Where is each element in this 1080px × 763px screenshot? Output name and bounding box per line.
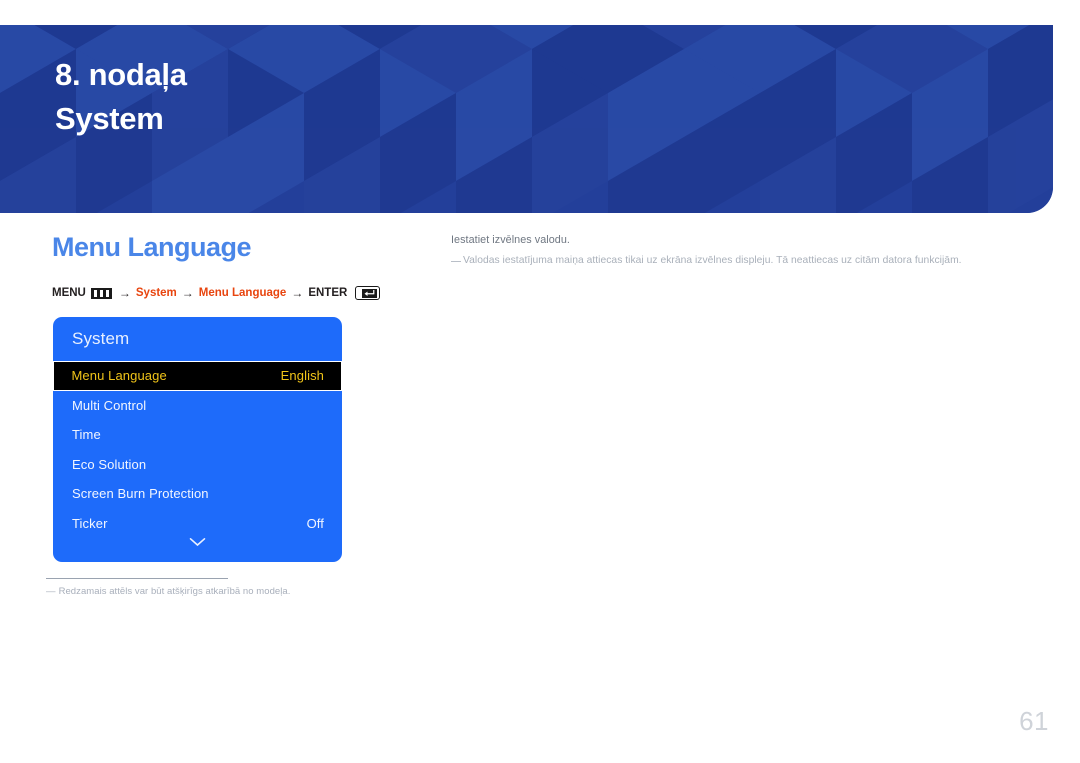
osd-menu-title: System xyxy=(72,329,130,348)
footnote-text: Redzamais attēls var būt atšķirīgs atkar… xyxy=(58,586,291,597)
osd-item-label: Time xyxy=(72,427,101,443)
return-arrow-glyph xyxy=(364,289,375,296)
osd-item-label: Ticker xyxy=(72,515,108,531)
footnote-divider xyxy=(46,578,228,579)
em-dash-marker xyxy=(451,261,461,262)
enter-return-icon xyxy=(355,286,381,300)
description-block: Iestatiet izvēlnes valodu. Valodas iesta… xyxy=(451,234,1031,266)
osd-item-value: English xyxy=(280,368,324,384)
chevron-down-icon[interactable] xyxy=(53,534,342,552)
osd-menu-panel: System Menu Language English Multi Contr… xyxy=(53,317,342,562)
breadcrumb-crumb-menu-language: Menu Language xyxy=(198,287,287,299)
breadcrumb: MENU → System → Menu Language → ENTER xyxy=(52,286,381,300)
description-note: Valodas iestatījuma maiņa attiecas tikai… xyxy=(451,255,1031,266)
breadcrumb-arrow-2: → xyxy=(181,286,194,300)
chapter-heading: 8. nodaļa System xyxy=(55,53,187,141)
description-note-text: Valodas iestatījuma maiņa attiecas tikai… xyxy=(463,255,962,266)
breadcrumb-crumb-system: System xyxy=(135,287,177,299)
osd-item-label: Screen Burn Protection xyxy=(72,486,209,502)
breadcrumb-menu-label: MENU xyxy=(52,287,86,299)
page-number: 61 xyxy=(1019,706,1049,736)
osd-item-value: Off xyxy=(306,515,324,531)
osd-item-menu-language[interactable]: Menu Language English xyxy=(53,361,342,391)
menu-bars-icon xyxy=(90,287,112,299)
chapter-header-banner: 8. nodaļa System xyxy=(0,25,1053,213)
osd-footnote: ― Redzamais attēls var būt atšķirīgs atka… xyxy=(46,586,290,597)
footnote-dash: ― xyxy=(46,586,56,597)
breadcrumb-enter-label: ENTER xyxy=(308,287,348,299)
osd-item-time[interactable]: Time xyxy=(53,420,342,450)
chapter-number: 8. nodaļa xyxy=(55,57,187,92)
osd-item-label: Eco Solution xyxy=(72,456,147,472)
breadcrumb-arrow-3: → xyxy=(291,286,304,300)
chapter-title: System xyxy=(55,101,164,136)
osd-item-label: Menu Language xyxy=(71,368,167,384)
osd-menu-list: Menu Language English Multi Control Time… xyxy=(53,361,342,538)
osd-item-eco-solution[interactable]: Eco Solution xyxy=(53,450,342,480)
page-title: Menu Language xyxy=(52,232,252,262)
osd-item-label: Multi Control xyxy=(72,397,147,413)
breadcrumb-arrow-1: → xyxy=(118,286,131,300)
osd-item-multi-control[interactable]: Multi Control xyxy=(53,391,342,421)
osd-item-screen-burn-protection[interactable]: Screen Burn Protection xyxy=(53,479,342,509)
description-main-text: Iestatiet izvēlnes valodu. xyxy=(451,234,570,246)
